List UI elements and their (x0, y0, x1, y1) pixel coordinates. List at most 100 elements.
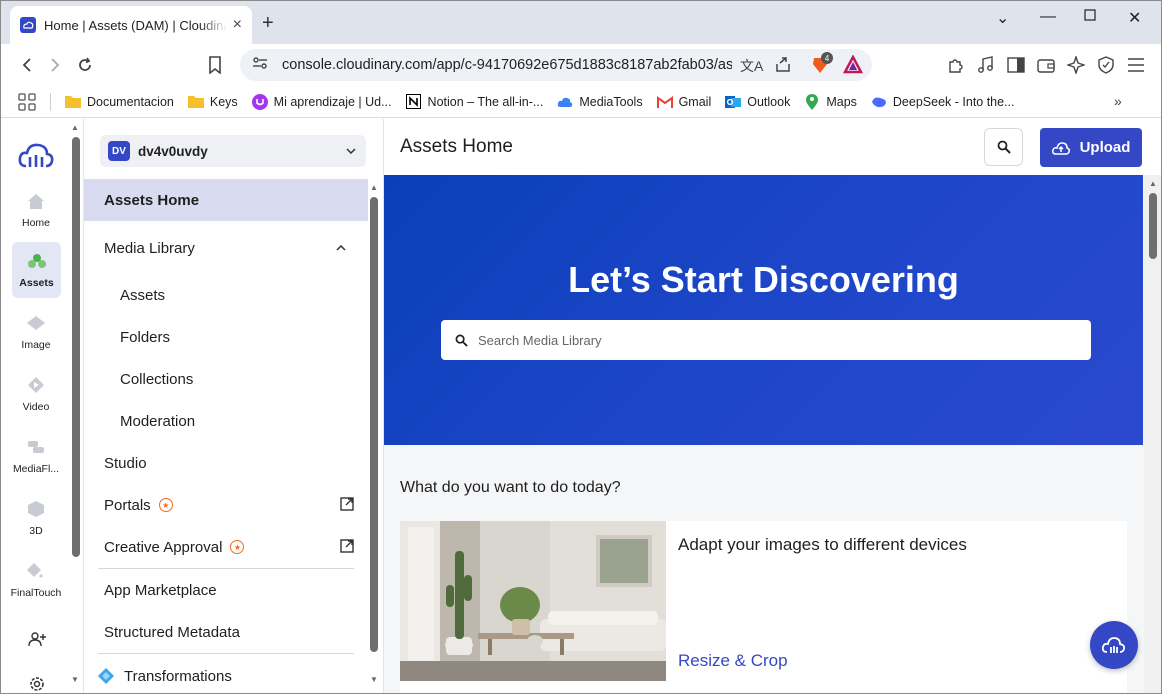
bookmark-label: Documentacion (87, 94, 174, 109)
finaltouch-icon (26, 561, 46, 581)
main-scroll-up-icon[interactable]: ▲ (1149, 179, 1157, 188)
rail-item-image[interactable]: Image (12, 304, 60, 360)
product-environment-selector[interactable]: DV dv4v0uvdy (100, 135, 366, 167)
search-placeholder: Search Media Library (478, 332, 602, 348)
rail-scroll-down-icon[interactable]: ▼ (71, 675, 79, 684)
nav-studio[interactable]: Studio (84, 442, 368, 484)
outlook-icon (725, 94, 742, 110)
maximize-icon[interactable] (1084, 8, 1096, 26)
resize-crop-link[interactable]: Resize & Crop (678, 651, 788, 671)
upload-button[interactable]: Upload (1040, 128, 1142, 167)
bookmark-keys[interactable]: Keys (187, 94, 238, 110)
nav-scrollbar[interactable] (370, 197, 378, 652)
main-scrollbar[interactable]: ▲ (1144, 175, 1162, 694)
wallet-icon[interactable] (1035, 54, 1057, 76)
nav-assets-home[interactable]: Assets Home (84, 179, 368, 221)
site-info-icon[interactable] (252, 56, 268, 75)
assets-nav-panel: DV dv4v0uvdy Assets Home Media Library A… (84, 119, 384, 694)
forward-icon[interactable] (44, 54, 66, 76)
bookmarks-bar: Documentacion Keys Mi aprendizaje | Ud..… (0, 86, 1162, 118)
bookmark-label: Mi aprendizaje | Ud... (273, 94, 392, 109)
bookmark-gmail[interactable]: Gmail (656, 94, 712, 110)
video-icon (26, 375, 46, 395)
search-icon (997, 140, 1011, 154)
invite-user-icon[interactable] (28, 631, 46, 652)
reload-icon[interactable] (74, 54, 96, 76)
sidebar-toggle-icon[interactable] (1005, 54, 1027, 76)
shields-count-badge: 4 (821, 52, 833, 64)
browser-tab-active[interactable]: Home | Assets (DAM) | Cloudinary × (10, 6, 252, 44)
chevron-up-icon (336, 242, 346, 254)
bookmark-outlook[interactable]: Outlook (725, 94, 790, 110)
resize-crop-card[interactable]: Adapt your images to different devices R… (400, 521, 1127, 694)
bookmark-deepseek[interactable]: DeepSeek - Into the... (871, 94, 1015, 110)
header-search-button[interactable] (984, 128, 1023, 166)
tab-search-chevron-icon[interactable]: ⌄ (996, 8, 1009, 28)
rail-item-finaltouch[interactable]: FinalTouch (10, 552, 62, 608)
nav-creative-approval[interactable]: Creative Approval ★ (84, 526, 368, 568)
help-chat-button[interactable] (1090, 621, 1138, 669)
brave-rewards-icon[interactable] (842, 54, 864, 80)
rail-item-home[interactable]: Home (12, 182, 60, 238)
apps-grid-icon[interactable] (18, 92, 36, 111)
minimize-icon[interactable]: — (1040, 8, 1056, 26)
share-icon[interactable] (774, 55, 792, 78)
nav-item-label: Assets Home (104, 191, 200, 209)
nav-collections[interactable]: Collections (84, 358, 368, 400)
more-bookmarks-icon[interactable]: » (1114, 93, 1122, 109)
bookmark-maps[interactable]: Maps (804, 93, 857, 110)
url-text: console.cloudinary.com/app/c-94170692e67… (282, 57, 732, 73)
cube-icon (26, 499, 46, 519)
home-icon (26, 191, 46, 211)
nav-transformations[interactable]: Transformations (84, 655, 368, 694)
rail-item-video[interactable]: Video (12, 366, 60, 422)
tab-title: Home | Assets (DAM) | Cloudinary (44, 17, 227, 33)
vpn-shield-icon[interactable] (1095, 54, 1117, 76)
chevron-down-icon (346, 145, 356, 157)
media-control-icon[interactable] (975, 54, 997, 76)
nav-folders[interactable]: Folders (84, 316, 368, 358)
nav-moderation[interactable]: Moderation (84, 400, 368, 442)
rail-scroll-up-icon[interactable]: ▲ (71, 123, 79, 132)
nav-assets[interactable]: Assets (84, 274, 368, 316)
nav-item-label: Folders (120, 328, 171, 346)
bookmark-mediatools[interactable]: MediaTools (557, 94, 643, 110)
close-window-icon[interactable]: ✕ (1128, 8, 1141, 28)
nav-media-library[interactable]: Media Library (84, 227, 368, 269)
bookmark-label: Keys (209, 94, 238, 109)
assets-icon (27, 251, 47, 271)
premium-star-icon: ★ (230, 540, 245, 554)
bookmark-label: Gmail (678, 94, 712, 109)
main-content: Assets Home Upload Let’s Start Discoveri… (384, 119, 1162, 694)
menu-icon[interactable] (1125, 54, 1147, 76)
media-library-search-input[interactable]: Search Media Library (441, 320, 1091, 360)
back-icon[interactable] (16, 54, 38, 76)
nav-item-label: Transformations (124, 667, 232, 685)
translate-icon[interactable]: 文A (740, 56, 763, 76)
cloudinary-logo-icon[interactable] (18, 141, 54, 169)
brave-shields-icon[interactable]: 4 (810, 52, 833, 80)
leo-ai-icon[interactable] (1065, 54, 1087, 76)
nav-scroll-up-icon[interactable]: ▲ (370, 183, 378, 192)
nav-scroll-down-icon[interactable]: ▼ (370, 675, 378, 684)
nav-item-label: Assets (120, 286, 166, 304)
nav-portals[interactable]: Portals ★ (84, 484, 368, 526)
new-tab-icon[interactable]: + (262, 12, 274, 35)
main-scroll-thumb[interactable] (1149, 193, 1157, 259)
rail-item-label: FinalTouch (10, 587, 62, 599)
extensions-icon[interactable] (944, 54, 966, 76)
nav-structured-metadata[interactable]: Structured Metadata (84, 611, 368, 653)
rail-item-3d[interactable]: 3D (12, 490, 60, 546)
bookmark-udemy[interactable]: Mi aprendizaje | Ud... (251, 93, 392, 110)
nav-app-marketplace[interactable]: App Marketplace (84, 569, 368, 611)
bookmark-notion[interactable]: Notion – The all-in-... (406, 94, 543, 110)
address-bar[interactable]: console.cloudinary.com/app/c-94170692e67… (240, 49, 872, 81)
rail-item-assets[interactable]: Assets (12, 242, 61, 298)
settings-gear-icon[interactable] (28, 675, 46, 694)
bookmark-documentacion[interactable]: Documentacion (65, 94, 174, 110)
bookmark-page-icon[interactable] (204, 54, 226, 76)
rail-item-mediaflows[interactable]: MediaFl... (12, 428, 60, 484)
tab-close-icon[interactable]: × (233, 16, 242, 34)
bookmark-label: Maps (826, 94, 857, 109)
rail-scrollbar[interactable] (72, 137, 80, 557)
